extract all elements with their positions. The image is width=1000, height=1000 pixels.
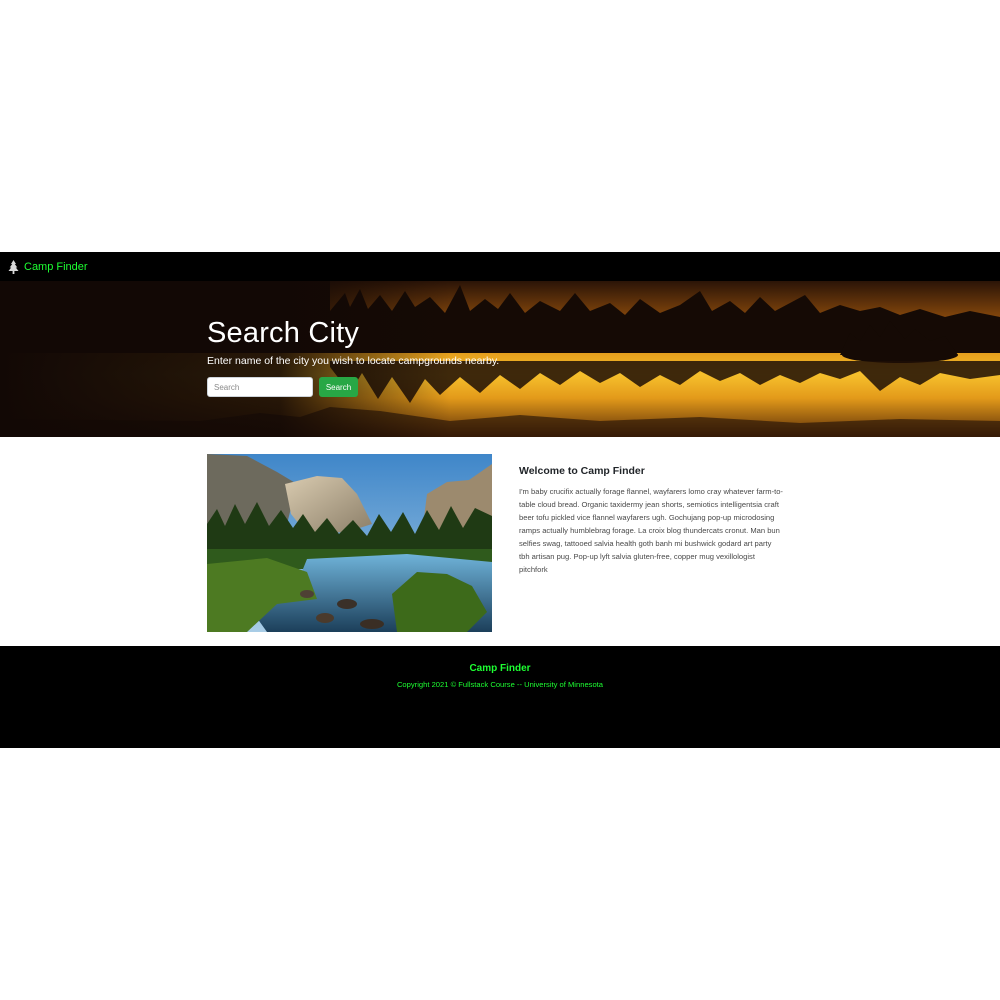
- search-button[interactable]: Search: [319, 377, 358, 397]
- footer: Camp Finder Copyright 2021 © Fullstack C…: [0, 646, 1000, 748]
- footer-title: Camp Finder: [469, 663, 531, 674]
- footer-copyright: Copyright 2021 © Fullstack Course -- Uni…: [396, 680, 604, 689]
- search-input[interactable]: [207, 377, 313, 397]
- brand-label: Camp Finder: [24, 260, 88, 273]
- welcome-section: Welcome to Camp Finder I'm baby crucifix…: [519, 465, 784, 576]
- hero-title: Search City: [207, 317, 360, 349]
- hero-subtitle: Enter name of the city you wish to locat…: [207, 355, 500, 367]
- tree-icon: [8, 259, 19, 274]
- navbar: Camp Finder: [0, 252, 1000, 281]
- search-form: Search: [207, 377, 499, 397]
- welcome-text: I'm baby crucifix actually forage flanne…: [519, 487, 783, 574]
- welcome-title: Welcome to Camp Finder: [519, 465, 645, 477]
- lake-sunset-image: [0, 281, 1000, 437]
- brand-link[interactable]: Camp Finder: [8, 259, 88, 274]
- mountain-valley-river-image: [207, 454, 492, 632]
- hero-banner: Search City Enter name of the city you w…: [0, 281, 1000, 437]
